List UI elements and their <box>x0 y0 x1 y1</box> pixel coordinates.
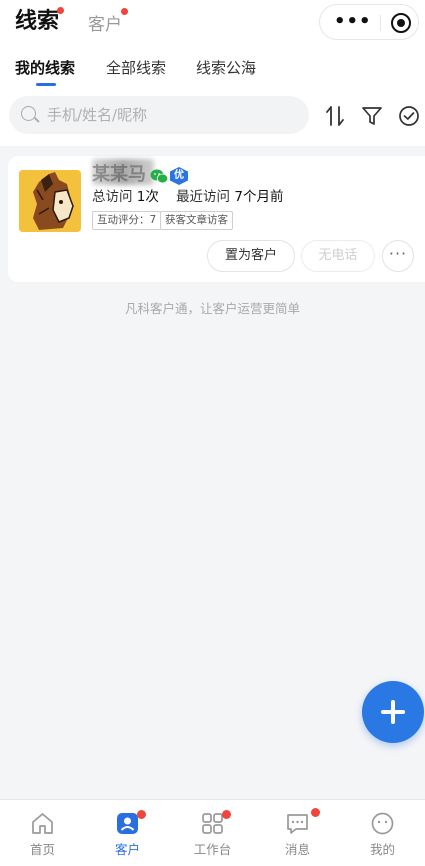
tab-leads-badge <box>57 7 64 14</box>
profile-icon <box>371 812 394 835</box>
set-as-customer-button[interactable]: 置为客户 <box>207 240 295 272</box>
footer-slogan: 凡科客户通，让客户运营更简单 <box>124 301 300 316</box>
vip-badge: 优 <box>170 167 188 185</box>
subtab-all-leads[interactable]: 全部线索 <box>106 58 166 78</box>
total-visits-label: 总访问 <box>92 189 133 205</box>
lead-name: 某某马 <box>92 164 146 185</box>
tabbar-workbench[interactable]: 工作台 <box>170 800 255 860</box>
search-bar[interactable]: 手机/姓名/昵称 <box>9 96 309 134</box>
tabbar-home-label: 首页 <box>29 842 55 857</box>
capsule-divider <box>380 15 381 31</box>
no-phone-button[interactable]: 无电话 <box>301 240 375 272</box>
tabbar-customers-badge <box>137 810 146 819</box>
last-visit-value: 7个月前 <box>234 189 284 205</box>
tabbar-mine-label: 我的 <box>369 842 395 857</box>
search-placeholder: 手机/姓名/昵称 <box>47 106 148 124</box>
tab-customers[interactable]: 客户 <box>88 11 122 39</box>
avatar <box>19 170 81 232</box>
wechat-icon <box>150 169 168 184</box>
miniprogram-capsule: ••• <box>319 4 419 40</box>
tabbar-customers-label: 客户 <box>114 842 140 857</box>
tabbar-messages-label: 消息 <box>284 842 310 857</box>
subtab-my-leads[interactable]: 我的线索 <box>15 58 75 78</box>
message-icon <box>287 814 308 834</box>
search-icon <box>21 106 36 121</box>
tabbar-workbench-label: 工作台 <box>193 842 232 857</box>
header: 线索 客户 ••• 我的线索 全部线索 线索公海 手机/姓名/昵称 <box>0 0 425 146</box>
lead-card[interactable]: 某某马 优 总访问 1次 最近访问 7个月前 互动评分：7 获客文章访客 置为客… <box>8 156 425 282</box>
tabbar-customers[interactable]: 客户 <box>85 800 170 860</box>
filter-icon[interactable] <box>360 104 384 128</box>
total-visits-value: 1次 <box>136 189 159 205</box>
sort-icon[interactable] <box>324 104 348 128</box>
more-actions-button[interactable]: ··· <box>382 240 414 272</box>
subtab-active-indicator <box>36 83 56 86</box>
tabbar-home[interactable]: 首页 <box>0 800 85 860</box>
bottom-tabbar: 首页 客户 工作台 消息 我的 <box>0 799 425 866</box>
visit-stats: 总访问 1次 最近访问 7个月前 <box>92 188 283 206</box>
horse-avatar-image <box>19 170 81 232</box>
tag-source: 获客文章访客 <box>160 211 233 230</box>
tabbar-mine[interactable]: 我的 <box>340 800 425 860</box>
subtab-lead-pool[interactable]: 线索公海 <box>196 58 256 78</box>
home-icon <box>32 813 53 834</box>
tab-leads[interactable]: 线索 <box>15 8 59 36</box>
add-lead-button[interactable] <box>362 681 424 743</box>
last-visit-label: 最近访问 <box>176 189 231 205</box>
tabbar-workbench-badge <box>222 810 231 819</box>
more-menu-icon[interactable]: ••• <box>334 13 371 31</box>
tab-customers-badge <box>121 8 128 15</box>
close-miniprogram-icon[interactable] <box>391 13 411 33</box>
tag-interaction-score: 互动评分：7 <box>92 211 162 230</box>
tabbar-messages-badge <box>311 808 320 817</box>
tabbar-messages[interactable]: 消息 <box>255 800 340 860</box>
check-circle-icon[interactable] <box>397 104 421 128</box>
